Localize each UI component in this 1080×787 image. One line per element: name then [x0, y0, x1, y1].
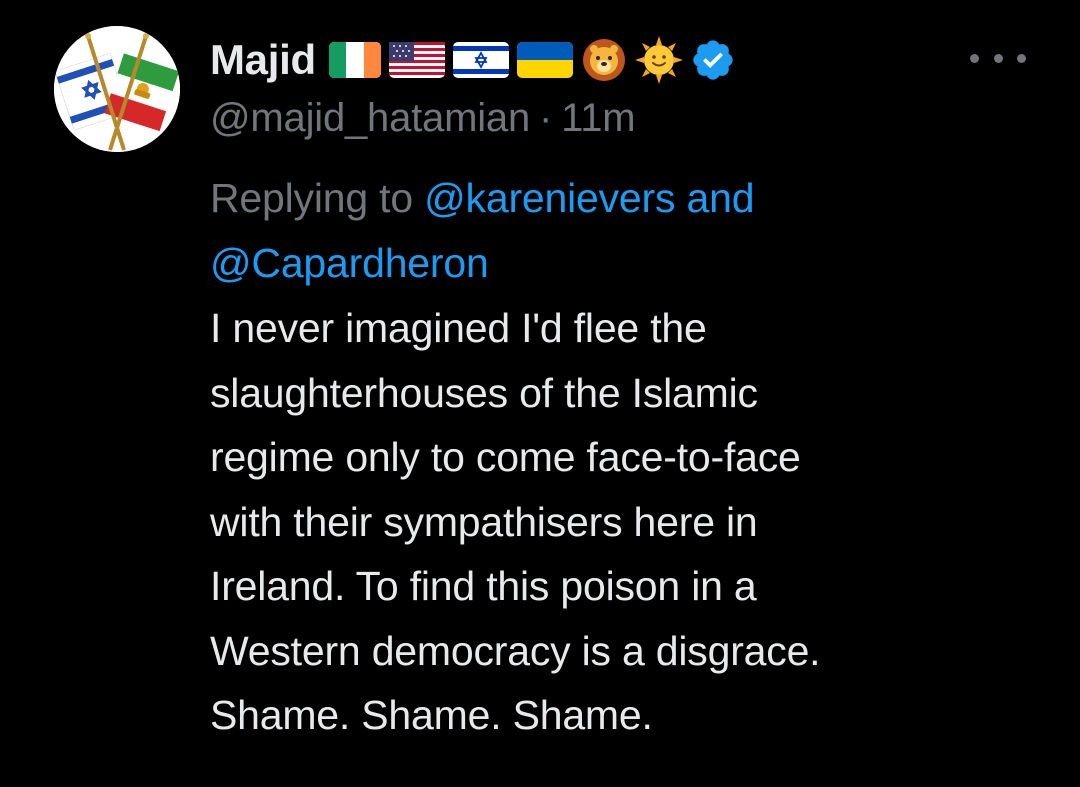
reply-context: Replying to @karenievers and @Capardhero…: [210, 166, 990, 296]
tweet-text-line: Western democracy is a disgrace.: [210, 627, 821, 674]
tweet-text-line: Shame. Shame. Shame.: [210, 692, 653, 738]
mention-link[interactable]: @karenievers: [424, 175, 675, 221]
sun-icon: [634, 35, 684, 85]
author-handle[interactable]: @majid_hatamian: [210, 96, 530, 140]
tweet-text-line: regime only to come face-to-face: [210, 434, 801, 480]
display-name[interactable]: Majid: [210, 36, 316, 84]
avatar[interactable]: [54, 26, 180, 152]
tweet-text-line: slaughterhouses of the Islamic: [210, 369, 758, 416]
reply-prefix: Replying to: [210, 175, 413, 221]
reply-joiner: and: [686, 175, 755, 221]
handle-row: @majid_hatamian · 11m: [210, 96, 636, 141]
israel-flag-icon: [452, 41, 510, 79]
usa-flag-icon: [388, 41, 446, 79]
lion-icon: [580, 37, 628, 83]
timestamp[interactable]: 11m: [561, 96, 635, 140]
ukraine-flag-icon: [516, 41, 574, 79]
more-dot-icon: [1017, 53, 1026, 63]
tweet-text: I never imagined I'd flee the slaughterh…: [210, 296, 1010, 748]
tweet-text-line: with their sympathisers here in: [210, 498, 758, 545]
separator: ·: [539, 96, 553, 140]
ireland-flag-icon: [328, 41, 382, 79]
more-options-button[interactable]: [970, 44, 1026, 72]
mention-link[interactable]: @Capardheron: [210, 240, 489, 286]
tweet-text-line: Ireland. To find this poison in a: [210, 563, 757, 609]
israel-iran-lion-sun-crossed-flags-icon: [54, 26, 180, 152]
tweet[interactable]: Majid @majid_hatamian · 11m Replying to …: [0, 0, 1080, 787]
more-dot-icon: [970, 53, 979, 63]
more-dot-icon: [993, 53, 1003, 63]
verified-badge-icon: [690, 37, 736, 83]
author-header: Majid: [210, 32, 742, 88]
tweet-text-line: I never imagined I'd flee the: [210, 305, 707, 351]
